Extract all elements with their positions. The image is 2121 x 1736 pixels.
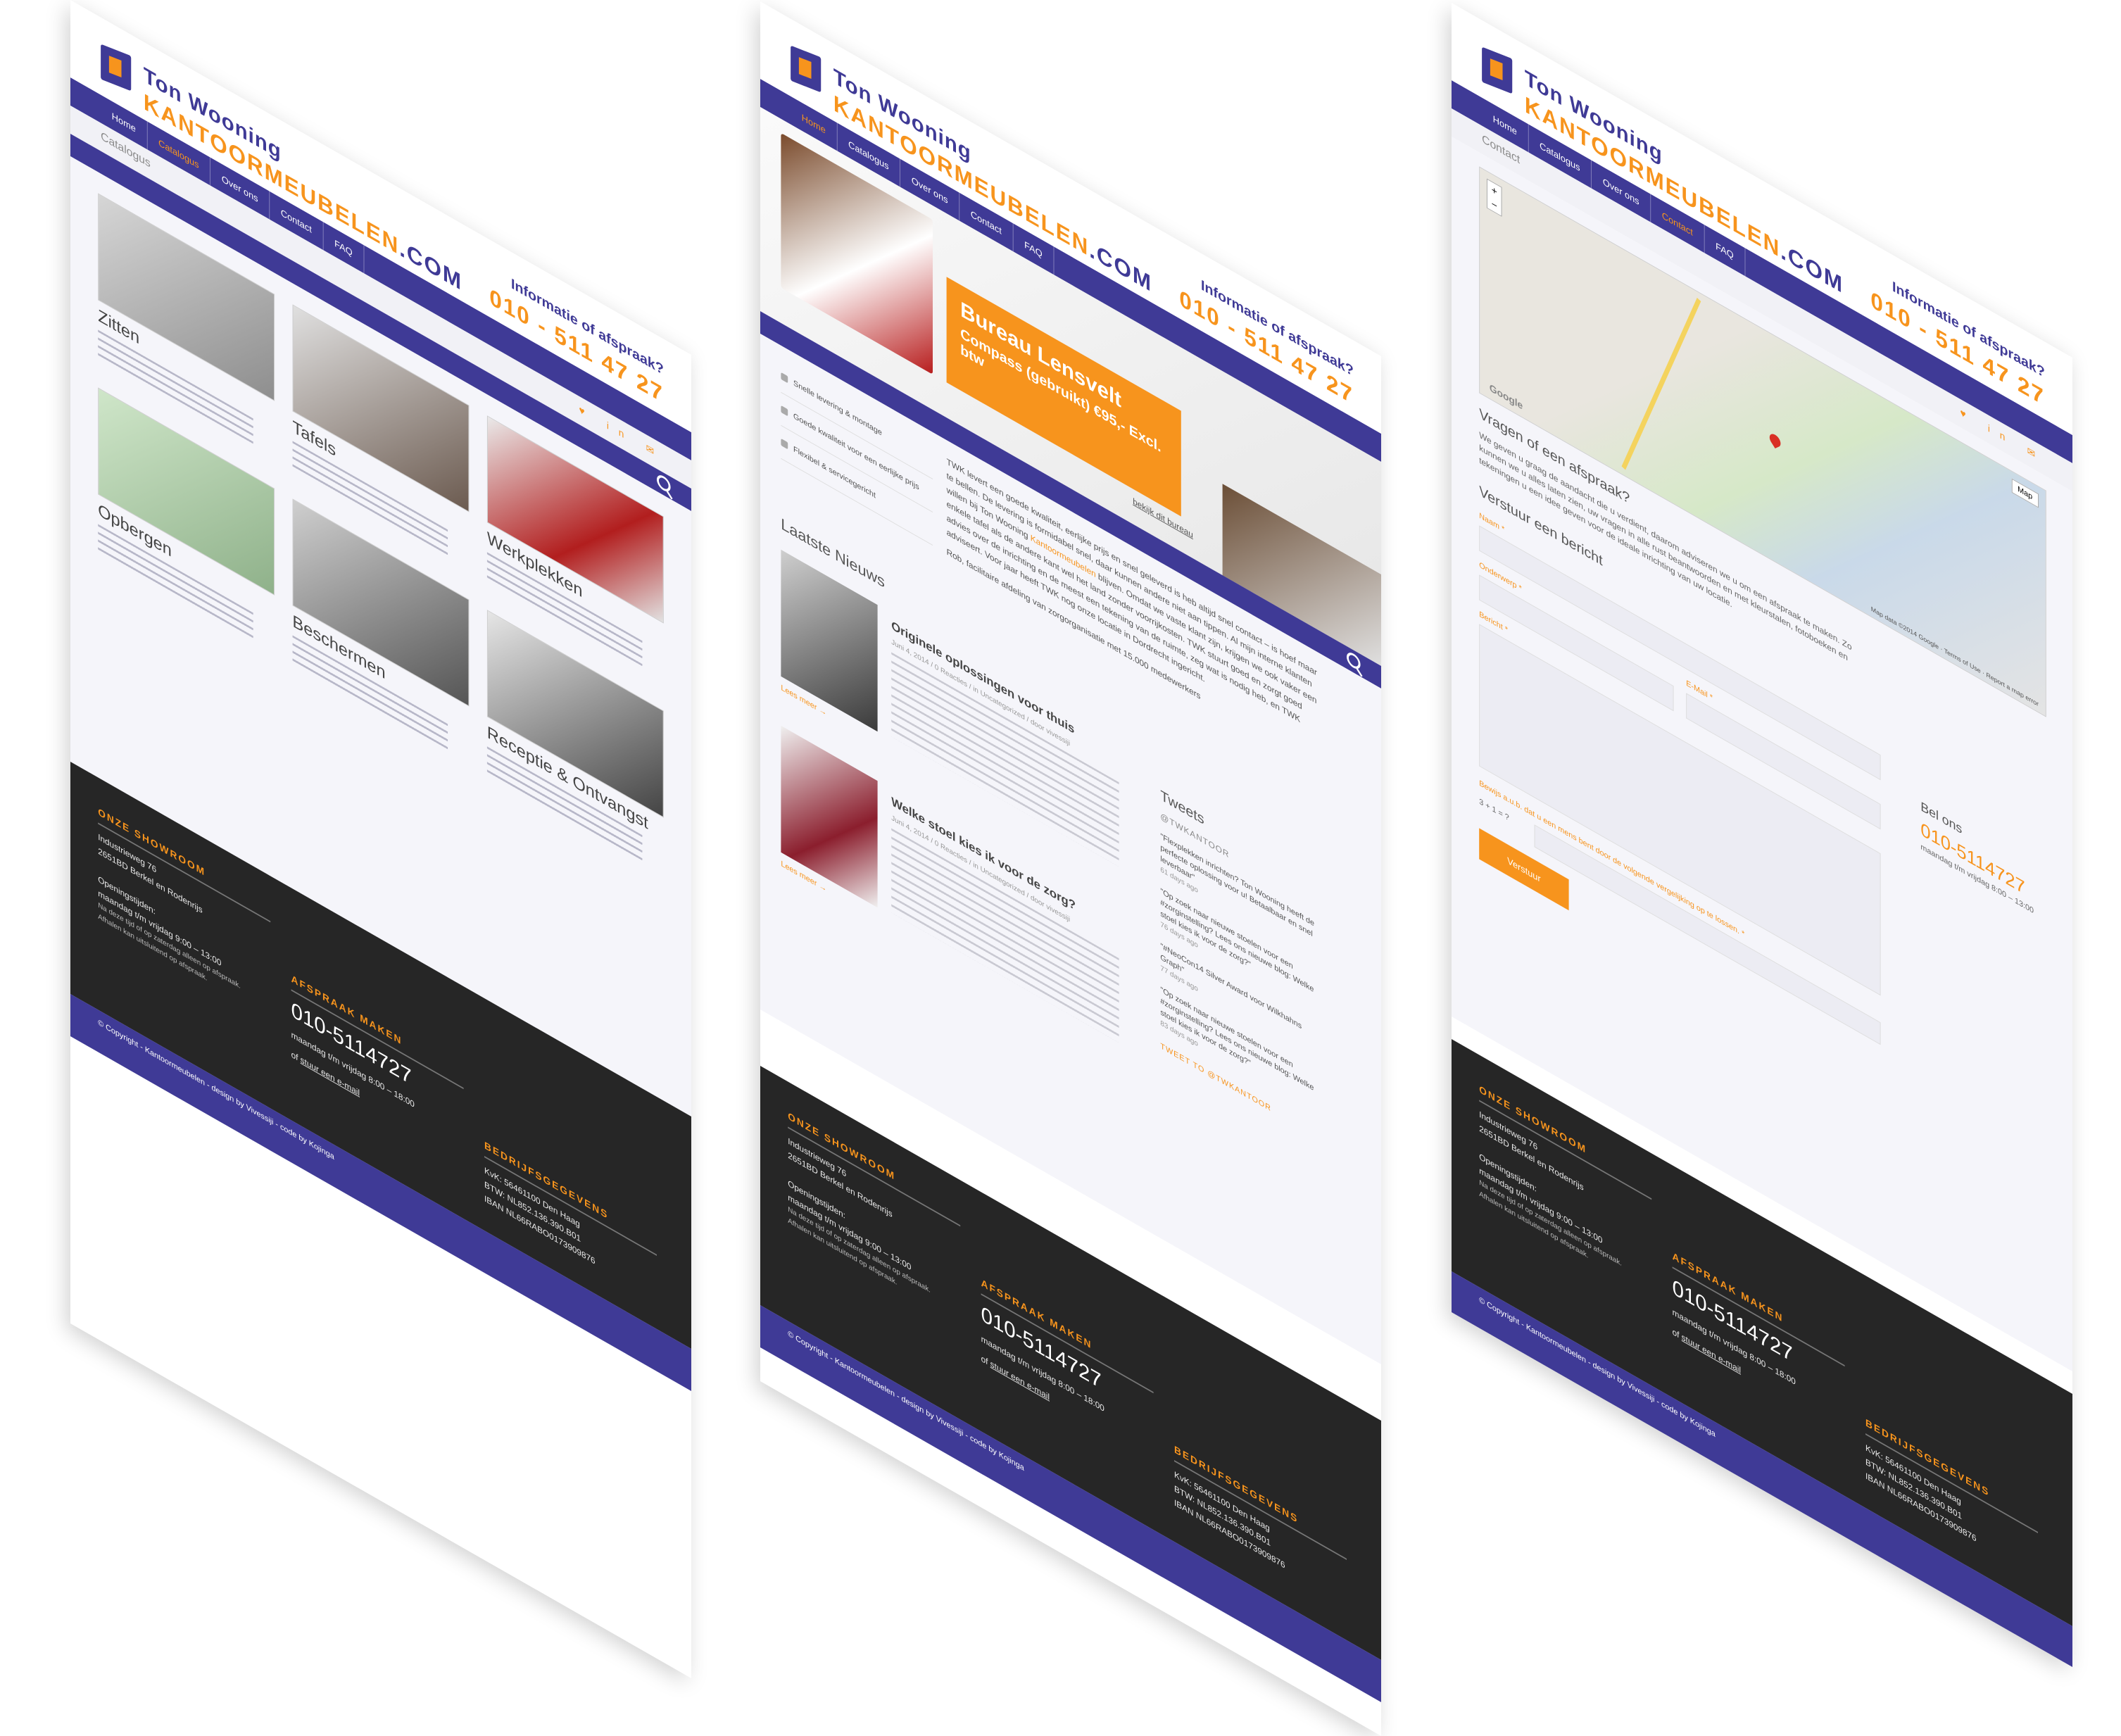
- map-attribution[interactable]: Map data ©2014 Google · Terms of Use · R…: [1871, 605, 2039, 707]
- thumbs-up-icon: [781, 405, 788, 417]
- map-type-select[interactable]: Map: [2011, 478, 2039, 508]
- logo-icon[interactable]: [1482, 46, 1513, 94]
- footer-appointment: AFSPRAAK MAKEN 010-5114727 maandag t/m v…: [291, 972, 464, 1159]
- footer-appointment: AFSPRAAK MAKEN 010-5114727 maandag t/m v…: [1672, 1250, 1845, 1437]
- map-zoom-control[interactable]: + −: [1486, 178, 1502, 217]
- footer-showroom: ONZE SHOWROOM Industrieweg 76 2651BD Berk…: [788, 1109, 961, 1325]
- tweets-widget: Tweets @TWKANTOOR "Flexplekken inrichten…: [1160, 788, 1326, 1145]
- home-page-mockup: Ton Wooning KANTOORMEUBELEN.COM Informat…: [760, 1, 1381, 1736]
- map-road: [1621, 297, 1701, 470]
- google-logo: Google: [1489, 381, 1523, 412]
- map-pin-icon[interactable]: [1767, 432, 1783, 448]
- logo-icon[interactable]: [791, 45, 822, 93]
- search-icon[interactable]: [1347, 650, 1361, 672]
- news-image[interactable]: [781, 725, 878, 908]
- refresh-icon: [781, 438, 788, 450]
- footer-appointment: AFSPRAAK MAKEN 010-5114727 maandag t/m v…: [981, 1276, 1154, 1464]
- search-icon[interactable]: [657, 472, 671, 495]
- catalog-page-mockup: Ton Wooning KANTOORMEUBELEN.COM Informat…: [70, 0, 691, 1678]
- message-textarea[interactable]: [1479, 624, 1881, 996]
- contact-page-mockup: Ton Wooning KANTOORMEUBELEN.COM Informat…: [1452, 3, 2072, 1667]
- truck-icon: [781, 372, 788, 384]
- call-us-box: Bel ons 010-5114727 maandag t/m vrijdag …: [1920, 799, 2044, 922]
- logo-icon[interactable]: [101, 44, 132, 92]
